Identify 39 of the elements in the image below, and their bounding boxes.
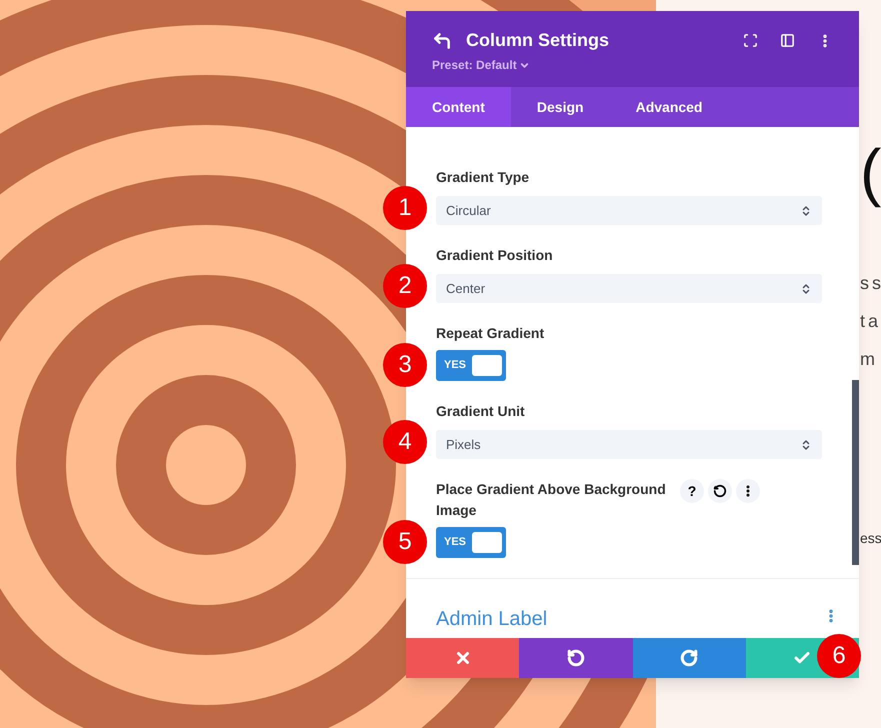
select-field[interactable]: Circular — [436, 196, 822, 225]
panel-title: Column Settings — [466, 29, 609, 52]
step-number-badge: 6 — [817, 634, 861, 678]
field-label: Gradient Type — [436, 168, 530, 187]
page-text: t a — [860, 310, 879, 333]
field-label: Gradient Unit — [436, 402, 526, 421]
dropdown-arrows-icon — [800, 204, 812, 216]
tab[interactable]: Advanced — [610, 87, 728, 127]
undo-icon — [566, 649, 585, 667]
step-number-badge: 2 — [383, 264, 427, 308]
focus-icon[interactable] — [743, 33, 758, 48]
field-label: Repeat Gradient — [436, 324, 546, 343]
page-text: s s — [860, 272, 881, 295]
redo-button[interactable] — [632, 638, 746, 678]
step-number-badge: 3 — [383, 343, 427, 387]
step-number-badge: 5 — [383, 520, 427, 564]
preset-selector[interactable]: Preset: Default — [432, 56, 517, 74]
dropdown-arrows-icon — [800, 438, 812, 450]
tab[interactable]: Content — [406, 87, 511, 127]
field-label: Place Gradient Above Background Image — [436, 480, 667, 520]
select-field[interactable]: Pixels — [436, 430, 822, 459]
more-options-icon[interactable] — [736, 479, 760, 503]
section-title[interactable]: Admin Label — [436, 604, 548, 634]
reset-icon[interactable] — [708, 479, 732, 503]
page-text: m — [860, 348, 875, 371]
help-button[interactable]: ? — [680, 479, 704, 503]
sidebar-icon[interactable] — [780, 33, 795, 48]
undo-button[interactable] — [519, 638, 632, 678]
dropdown-arrows-icon — [800, 282, 812, 294]
step-number-badge: 1 — [383, 186, 427, 230]
back-icon[interactable] — [432, 30, 452, 50]
select-field[interactable]: Center — [436, 274, 822, 303]
redo-icon — [680, 649, 698, 667]
step-number-badge: 4 — [383, 420, 427, 464]
toggle-switch[interactable]: YES — [436, 527, 506, 558]
toggle-switch[interactable]: YES — [436, 350, 506, 381]
field-label: Gradient Position — [436, 246, 554, 265]
page-text: ess — [860, 529, 881, 548]
tab[interactable]: Design — [510, 87, 610, 127]
